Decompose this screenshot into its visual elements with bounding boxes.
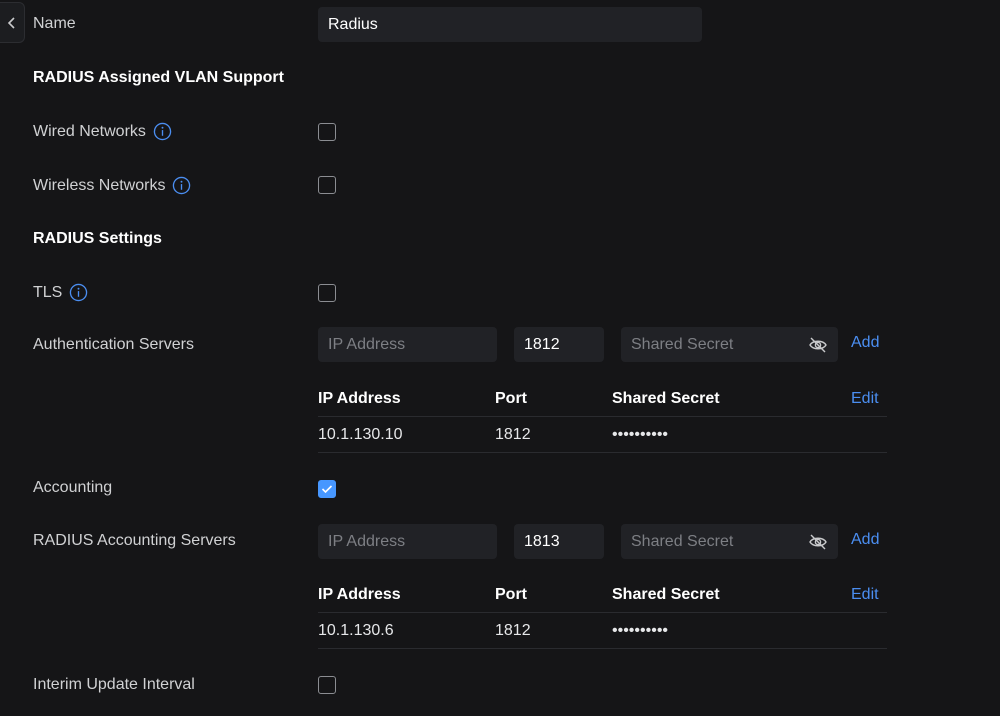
back-button[interactable] — [0, 2, 25, 43]
radius-settings-title: RADIUS Settings — [33, 230, 162, 247]
acct-col-port: Port — [495, 586, 527, 603]
auth-servers-label: Authentication Servers — [33, 336, 194, 354]
acct-row-secret: •••••••••• — [612, 622, 669, 639]
auth-secret-input[interactable]: Shared Secret — [621, 327, 838, 362]
eye-off-icon[interactable] — [808, 335, 828, 355]
acct-row-port: 1812 — [495, 622, 531, 639]
accounting-checkbox[interactable] — [318, 480, 336, 498]
acct-row-ip: 10.1.130.6 — [318, 622, 394, 639]
acct-port-input[interactable]: 1813 — [514, 524, 604, 559]
divider — [318, 648, 887, 649]
chevron-left-icon — [7, 16, 15, 29]
accounting-label: Accounting — [33, 479, 112, 497]
auth-row-secret: •••••••••• — [612, 426, 669, 443]
auth-col-ip: IP Address — [318, 390, 401, 407]
acct-add-link[interactable]: Add — [851, 531, 879, 549]
info-icon[interactable] — [153, 122, 172, 141]
divider — [318, 612, 887, 613]
wireless-networks-checkbox[interactable] — [318, 176, 336, 194]
auth-edit-link[interactable]: Edit — [851, 390, 879, 408]
acct-port-value: 1813 — [524, 532, 560, 550]
acct-servers-text: RADIUS Accounting Servers — [33, 532, 236, 549]
auth-row-port: 1812 — [495, 426, 531, 443]
acct-ip-input[interactable]: IP Address — [318, 524, 497, 559]
tls-text: TLS — [33, 283, 63, 301]
acct-servers-label: RADIUS Accounting Servers — [33, 532, 236, 550]
eye-off-icon[interactable] — [808, 532, 828, 552]
name-input[interactable]: Radius — [318, 7, 702, 42]
auth-port-value: 1812 — [524, 335, 560, 353]
auth-add-link[interactable]: Add — [851, 334, 879, 352]
acct-secret-input[interactable]: Shared Secret — [621, 524, 838, 559]
wired-networks-checkbox[interactable] — [318, 123, 336, 141]
accounting-text: Accounting — [33, 479, 113, 496]
divider — [318, 452, 887, 453]
divider — [318, 416, 887, 417]
tls-checkbox[interactable] — [318, 284, 336, 302]
auth-col-port: Port — [495, 390, 527, 407]
auth-port-input[interactable]: 1812 — [514, 327, 604, 362]
auth-ip-placeholder: IP Address — [328, 335, 406, 353]
wireless-networks-label: Wireless Networks — [33, 176, 191, 195]
wired-networks-text: Wired Networks — [33, 122, 146, 140]
auth-secret-placeholder: Shared Secret — [631, 335, 734, 353]
acct-secret-placeholder: Shared Secret — [631, 532, 734, 550]
info-icon[interactable] — [172, 176, 191, 195]
wired-networks-label: Wired Networks — [33, 122, 172, 141]
name-input-value: Radius — [328, 15, 378, 33]
wireless-networks-text: Wireless Networks — [33, 176, 166, 194]
acct-edit-link[interactable]: Edit — [851, 586, 879, 604]
name-label-text: Name — [33, 15, 76, 32]
auth-ip-input[interactable]: IP Address — [318, 327, 497, 362]
info-icon[interactable] — [69, 283, 88, 302]
acct-col-ip: IP Address — [318, 586, 401, 603]
auth-servers-text: Authentication Servers — [33, 336, 194, 353]
name-label: Name — [33, 15, 76, 33]
auth-col-secret: Shared Secret — [612, 390, 720, 407]
auth-row-ip: 10.1.130.10 — [318, 426, 403, 443]
acct-col-secret: Shared Secret — [612, 586, 720, 603]
tls-label: TLS — [33, 283, 88, 302]
interim-text: Interim Update Interval — [33, 676, 195, 693]
acct-ip-placeholder: IP Address — [328, 532, 406, 550]
checkmark-icon — [321, 485, 333, 494]
vlan-section-title: RADIUS Assigned VLAN Support — [33, 69, 284, 86]
interim-label: Interim Update Interval — [33, 676, 195, 694]
interim-checkbox[interactable] — [318, 676, 336, 694]
